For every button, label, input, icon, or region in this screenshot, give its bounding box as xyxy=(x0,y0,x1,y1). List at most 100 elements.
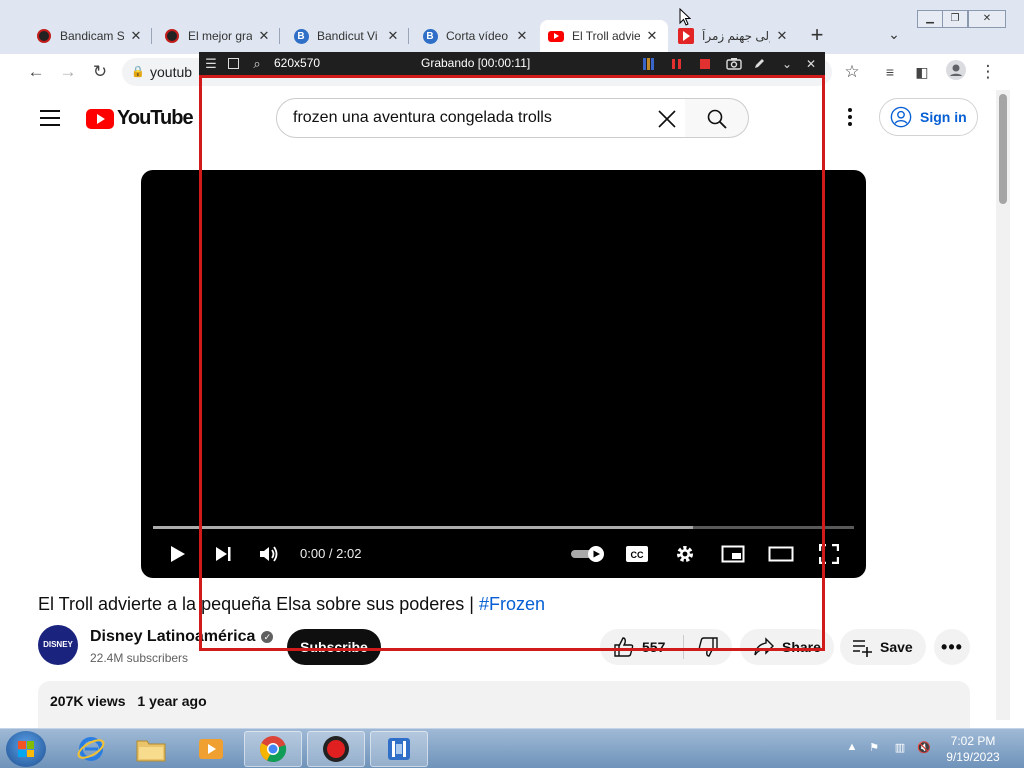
tab-close-icon[interactable]: ✕ xyxy=(644,28,660,44)
media-queue-icon[interactable]: ≡ xyxy=(878,60,902,84)
chrome-taskbar-icon[interactable] xyxy=(244,731,302,767)
recording-status: Grabando [00:00:11] xyxy=(421,56,531,70)
subscribe-button[interactable]: Subscribe xyxy=(287,629,381,665)
youtube-page: YouTube frozen una aventura congelada tr… xyxy=(0,90,1010,728)
tab-bandicut[interactable]: B Bandicut Vi ✕ xyxy=(285,20,409,52)
audio-level-icon xyxy=(641,55,657,72)
draw-pencil-icon[interactable] xyxy=(751,55,767,72)
internet-explorer-icon[interactable] xyxy=(62,731,120,767)
bandicam-menu-icon[interactable]: ☰ xyxy=(204,55,218,72)
tab-close-icon[interactable]: ✕ xyxy=(774,28,790,44)
restore-button[interactable]: ❐ xyxy=(942,10,968,28)
share-button[interactable]: Share xyxy=(740,629,834,665)
more-horizontal-icon: ••• xyxy=(941,636,963,657)
bandicam-taskbar-icon[interactable] xyxy=(307,731,365,767)
bookmark-star-icon[interactable]: ☆ xyxy=(840,60,864,84)
start-button[interactable] xyxy=(6,731,46,767)
size-search-icon[interactable]: ⌕ xyxy=(249,55,265,72)
youtube-logo[interactable]: YouTube xyxy=(86,107,194,130)
save-label: Save xyxy=(880,639,913,655)
media-player-icon[interactable] xyxy=(182,731,240,767)
tab-title: Bandicam S xyxy=(60,29,124,43)
search-input[interactable]: frozen una aventura congelada trolls xyxy=(276,98,686,138)
collapse-chevron-icon[interactable]: ⌄ xyxy=(779,55,795,72)
side-panel-icon[interactable]: ◧ xyxy=(910,60,934,84)
tab-el-mejor[interactable]: El mejor gra ✕ xyxy=(156,20,280,52)
tab-bandicam-s[interactable]: Bandicam S ✕ xyxy=(28,20,152,52)
chrome-window: Bandicam S ✕ El mejor gra ✕ B Bandicut V… xyxy=(0,0,1024,728)
search-button[interactable] xyxy=(685,98,749,138)
show-hidden-icons-chevron-icon[interactable]: ▲ xyxy=(844,741,860,757)
sign-in-button[interactable]: Sign in xyxy=(879,98,978,136)
tab-close-icon[interactable]: ✕ xyxy=(256,28,272,44)
volume-icon[interactable] xyxy=(255,540,283,568)
save-button[interactable]: Save xyxy=(840,629,926,665)
view-count: 207K views xyxy=(50,693,126,709)
play-icon[interactable] xyxy=(163,540,191,568)
reload-icon[interactable]: ↻ xyxy=(88,60,112,84)
stop-icon[interactable] xyxy=(697,55,713,72)
subtitles-icon[interactable]: CC xyxy=(623,540,651,568)
screenshot-camera-icon[interactable] xyxy=(725,55,743,72)
tab-close-icon[interactable]: ✕ xyxy=(128,28,144,44)
dislike-thumb-icon[interactable] xyxy=(696,635,720,659)
tab-title: إلى جهنم زمراً xyxy=(702,29,770,43)
video-player[interactable]: 0:00 / 2:02 CC xyxy=(141,170,866,578)
system-clock[interactable]: 7:02 PM 9/19/2023 xyxy=(940,733,1006,765)
network-icon[interactable]: ▥ xyxy=(892,741,908,757)
video-progress-bar[interactable] xyxy=(153,526,854,529)
bandicam-toolbar: ☰ ⌕ 620x570 Grabando [00:00:11] ⌄ ✕ xyxy=(199,52,825,75)
settings-kebab-icon[interactable] xyxy=(838,106,862,130)
close-window-button[interactable]: ✕ xyxy=(968,10,1006,28)
tab-search-chevron-icon[interactable]: ⌄ xyxy=(884,26,904,46)
youtube-wordmark: YouTube xyxy=(117,107,194,129)
minimize-button[interactable]: ▁ xyxy=(917,10,943,28)
bandicut-icon: B xyxy=(293,28,309,44)
tab-close-icon[interactable]: ✕ xyxy=(385,28,401,44)
more-actions-button[interactable]: ••• xyxy=(934,629,970,665)
clock-date: 9/19/2023 xyxy=(946,750,1000,764)
tab-title: Bandicut Vi xyxy=(317,29,378,43)
pause-icon[interactable] xyxy=(669,55,685,72)
windows-taskbar: ▲ ⚑ ▥ 🔇 7:02 PM 9/19/2023 xyxy=(0,728,1024,768)
bandicut-taskbar-icon[interactable] xyxy=(370,731,428,767)
miniplayer-icon[interactable] xyxy=(719,540,747,568)
theater-mode-icon[interactable] xyxy=(767,540,795,568)
clear-search-icon[interactable] xyxy=(656,108,682,130)
tab-corta-video[interactable]: B Corta vídeo ✕ xyxy=(414,20,538,52)
fullscreen-icon[interactable] xyxy=(815,540,843,568)
profile-avatar-icon[interactable] xyxy=(944,60,968,84)
channel-avatar[interactable]: DISNEY xyxy=(38,625,78,665)
tab-close-icon[interactable]: ✕ xyxy=(514,28,530,44)
video-title: El Troll advierte a la pequeña Elsa sobr… xyxy=(38,594,545,615)
next-video-icon[interactable] xyxy=(209,540,237,568)
scrollbar-thumb[interactable] xyxy=(999,94,1007,204)
fullscreen-target-icon[interactable] xyxy=(226,55,240,72)
new-tab-button[interactable]: + xyxy=(806,24,828,46)
mouse-cursor-icon xyxy=(679,8,691,26)
clock-time: 7:02 PM xyxy=(950,734,996,748)
bandicam-record-icon xyxy=(164,28,180,44)
share-label: Share xyxy=(782,639,821,655)
tab-el-troll[interactable]: El Troll advie ✕ xyxy=(540,20,668,52)
bandicam-close-icon[interactable]: ✕ xyxy=(803,55,819,72)
chrome-menu-icon[interactable]: ⋮ xyxy=(976,60,1000,84)
channel-name-text: Disney Latinoamérica xyxy=(90,628,256,645)
page-scrollbar[interactable] xyxy=(996,90,1010,720)
like-thumb-icon[interactable] xyxy=(612,635,636,659)
tab-title: El Troll advie xyxy=(572,29,640,43)
volume-muted-icon[interactable]: 🔇 xyxy=(916,741,932,757)
back-arrow-icon[interactable]: ← xyxy=(24,60,48,84)
description-box[interactable]: 207K views 1 year ago xyxy=(38,681,970,728)
action-center-flag-icon[interactable]: ⚑ xyxy=(866,741,882,757)
autoplay-toggle[interactable] xyxy=(569,540,607,568)
file-explorer-icon[interactable] xyxy=(122,731,180,767)
channel-name[interactable]: Disney Latinoamérica ✓ xyxy=(90,628,274,646)
settings-gear-icon[interactable] xyxy=(671,540,699,568)
tab-strip: Bandicam S ✕ El mejor gra ✕ B Bandicut V… xyxy=(0,0,1024,54)
user-circle-icon xyxy=(890,106,912,128)
guide-menu-icon[interactable] xyxy=(40,110,60,126)
red-play-icon xyxy=(678,28,694,44)
hashtag-link[interactable]: #Frozen xyxy=(479,594,545,614)
forward-arrow-icon[interactable]: → xyxy=(56,60,80,84)
